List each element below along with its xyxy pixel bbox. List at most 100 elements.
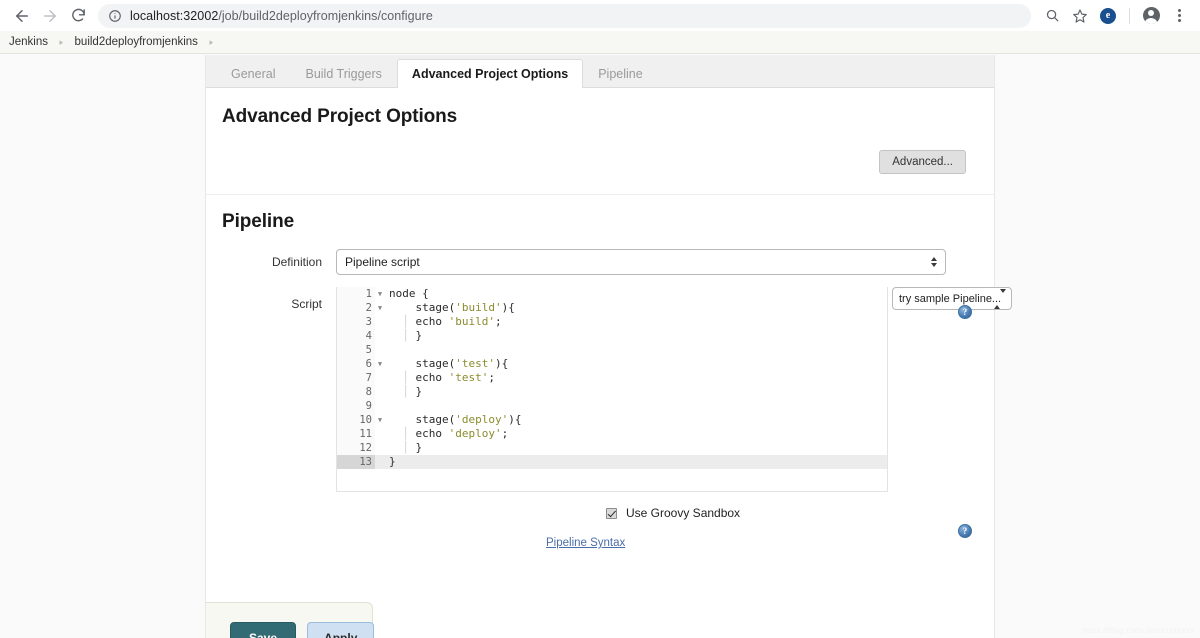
line-number: 8 xyxy=(337,385,375,399)
arrow-right-icon xyxy=(41,7,59,25)
browser-menu-button[interactable] xyxy=(1166,3,1192,29)
pipeline-syntax-row: Pipeline Syntax xyxy=(206,533,994,551)
save-button[interactable]: Save xyxy=(230,622,296,638)
form-footer: Save Apply xyxy=(206,602,373,638)
reload-icon xyxy=(70,7,87,24)
definition-field: Pipeline script xyxy=(336,249,994,275)
line-number: 11 xyxy=(337,427,375,441)
code-text: stage('build'){ xyxy=(385,301,515,315)
line-number: 1 xyxy=(337,287,375,301)
script-editor-wrap: 1▼node {2▼ stage('build'){3 │ echo 'buil… xyxy=(336,287,888,492)
code-line: 4 │ } xyxy=(337,329,887,343)
search-icon xyxy=(1045,8,1060,23)
code-line: 11 │ echo 'deploy'; xyxy=(337,427,887,441)
sample-pipeline-select[interactable]: try sample Pipeline... xyxy=(892,287,1012,310)
config-form: Advanced Project Options Advanced... Pip… xyxy=(206,88,994,551)
code-line: 12 │ } xyxy=(337,441,887,455)
address-bar[interactable]: localhost:32002/job/build2deployfromjenk… xyxy=(98,4,1031,28)
info-circle-icon[interactable] xyxy=(108,9,122,23)
sample-pipeline-value: try sample Pipeline... xyxy=(899,293,1001,305)
url-host: localhost:32002 xyxy=(130,9,218,23)
extension-button[interactable]: e xyxy=(1095,3,1121,29)
tab-advanced-project-options[interactable]: Advanced Project Options xyxy=(397,59,583,88)
line-number: 12 xyxy=(337,441,375,455)
line-number: 6 xyxy=(337,357,375,371)
code-line: 3 │ echo 'build'; xyxy=(337,315,887,329)
chevron-updown-icon-2 xyxy=(994,293,1006,305)
code-line: 13} xyxy=(337,455,887,469)
fold-toggle-icon[interactable]: ▼ xyxy=(375,413,385,427)
code-text: │ } xyxy=(385,385,422,399)
groovy-sandbox-checkbox[interactable] xyxy=(606,508,617,519)
line-number: 7 xyxy=(337,371,375,385)
breadcrumb-item-job[interactable]: build2deployfromjenkins xyxy=(72,36,201,48)
url-path: /job/build2deployfromjenkins/configure xyxy=(218,9,433,23)
reload-button[interactable] xyxy=(64,2,92,30)
code-line: 5 xyxy=(337,343,887,357)
code-line: 8 │ } xyxy=(337,385,887,399)
url-text: localhost:32002/job/build2deployfromjenk… xyxy=(130,9,433,23)
advanced-project-options-heading: Advanced Project Options xyxy=(206,88,994,128)
advanced-button-row: Advanced... xyxy=(206,128,994,194)
line-number: 10 xyxy=(337,413,375,427)
breadcrumb-separator-icon: ▸ xyxy=(53,37,69,48)
pipeline-heading: Pipeline xyxy=(206,195,994,247)
page-body: General Build Triggers Advanced Project … xyxy=(0,54,1200,638)
bookmark-button[interactable] xyxy=(1067,3,1093,29)
toolbar-divider xyxy=(1129,8,1130,24)
script-row: Script 1▼node {2▼ stage('build'){3 │ ech… xyxy=(206,287,994,492)
search-button[interactable] xyxy=(1039,3,1065,29)
back-button[interactable] xyxy=(8,2,36,30)
definition-select-value: Pipeline script xyxy=(345,255,420,269)
groovy-sandbox-row: Use Groovy Sandbox xyxy=(206,506,994,520)
code-line: 10▼ stage('deploy'){ xyxy=(337,413,887,427)
profile-button[interactable] xyxy=(1138,3,1164,29)
fold-toggle-icon[interactable]: ▼ xyxy=(375,301,385,315)
code-text: │ echo 'deploy'; xyxy=(385,427,508,441)
account-avatar-icon xyxy=(1143,7,1160,24)
definition-row: Definition Pipeline script xyxy=(206,247,994,277)
code-lines[interactable]: 1▼node {2▼ stage('build'){3 │ echo 'buil… xyxy=(337,287,887,469)
forward-button[interactable] xyxy=(36,2,64,30)
help-circle-icon-sandbox[interactable]: ? xyxy=(958,524,972,538)
tab-general[interactable]: General xyxy=(216,59,290,87)
code-text: node { xyxy=(385,287,429,301)
browser-toolbar: localhost:32002/job/build2deployfromjenk… xyxy=(0,0,1200,31)
line-number: 13 xyxy=(337,455,375,469)
browser-actions: e xyxy=(1039,3,1192,29)
watermark-text: https://blog.csdn.net/xxxxxxxx xyxy=(1082,626,1194,635)
extension-badge-icon: e xyxy=(1100,8,1116,24)
tab-build-triggers[interactable]: Build Triggers xyxy=(290,59,396,87)
code-line: 2▼ stage('build'){ xyxy=(337,301,887,315)
fold-toggle-icon[interactable]: ▼ xyxy=(375,287,385,301)
code-line: 6▼ stage('test'){ xyxy=(337,357,887,371)
code-text: } xyxy=(385,455,396,469)
help-circle-icon-script[interactable]: ? xyxy=(958,305,972,319)
star-icon xyxy=(1072,8,1088,24)
main-panel: General Build Triggers Advanced Project … xyxy=(205,55,995,638)
code-text: stage('deploy'){ xyxy=(385,413,521,427)
code-text: │ } xyxy=(385,441,422,455)
script-label: Script xyxy=(206,287,336,311)
definition-select[interactable]: Pipeline script xyxy=(336,249,946,275)
script-editor[interactable]: 1▼node {2▼ stage('build'){3 │ echo 'buil… xyxy=(336,287,888,492)
code-line: 9 xyxy=(337,399,887,413)
breadcrumb: Jenkins ▸ build2deployfromjenkins ▸ xyxy=(0,31,1200,54)
advanced-button[interactable]: Advanced... xyxy=(879,150,966,174)
code-line: 1▼node { xyxy=(337,287,887,301)
pipeline-syntax-link[interactable]: Pipeline Syntax xyxy=(546,537,625,549)
line-number: 5 xyxy=(337,343,375,357)
code-text: stage('test'){ xyxy=(385,357,508,371)
line-number: 4 xyxy=(337,329,375,343)
arrow-left-icon xyxy=(13,7,31,25)
line-number: 2 xyxy=(337,301,375,315)
code-text: │ echo 'build'; xyxy=(385,315,502,329)
apply-button[interactable]: Apply xyxy=(307,622,374,638)
fold-toggle-icon[interactable]: ▼ xyxy=(375,357,385,371)
line-number: 3 xyxy=(337,315,375,329)
kebab-menu-icon xyxy=(1178,9,1181,22)
tab-pipeline[interactable]: Pipeline xyxy=(583,59,657,87)
breadcrumb-item-jenkins[interactable]: Jenkins xyxy=(6,36,51,48)
code-text: │ } xyxy=(385,329,422,343)
config-tab-bar: General Build Triggers Advanced Project … xyxy=(206,55,994,88)
